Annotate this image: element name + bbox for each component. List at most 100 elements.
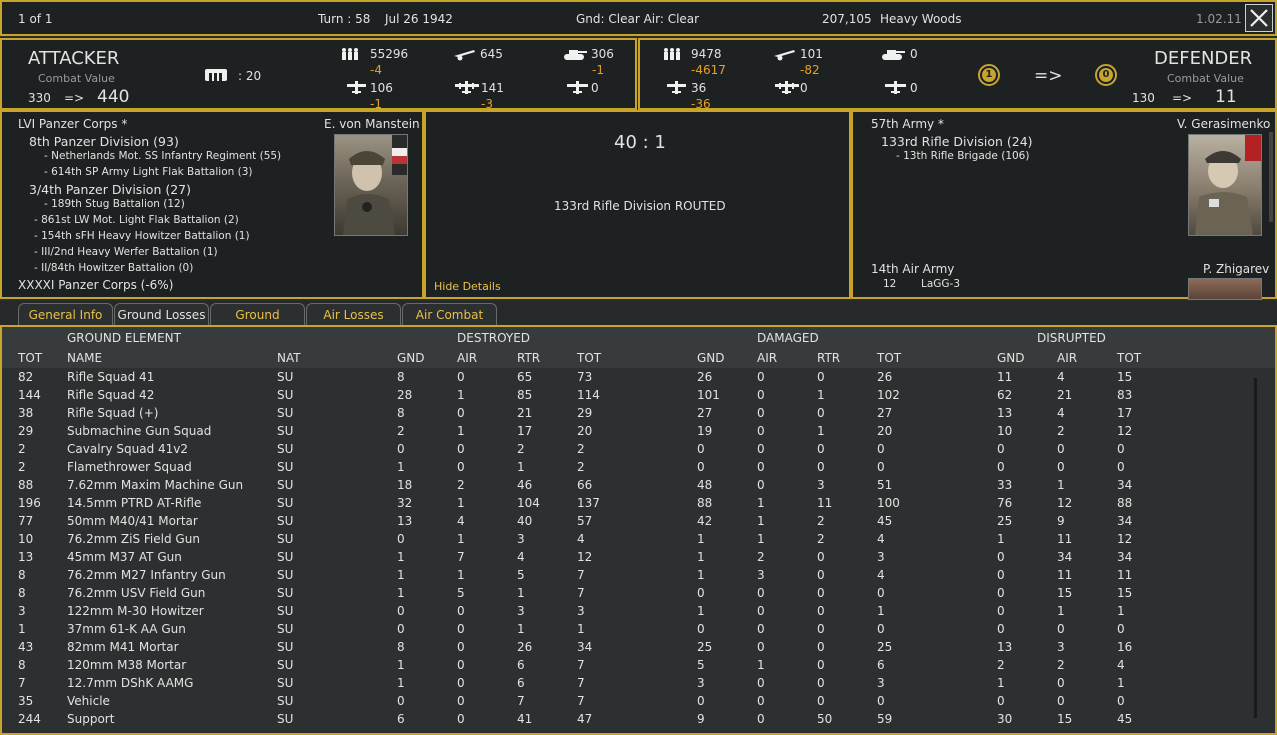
table-cell: 21	[1057, 388, 1073, 402]
table-cell: 0	[997, 694, 1005, 708]
table-cell: 8	[397, 370, 405, 384]
unit-line[interactable]: - II/84th Howitzer Battalion (0)	[34, 262, 193, 274]
column-header[interactable]: GND	[697, 351, 725, 365]
table-row[interactable]: 7 12.7mm DShK AAMG SU 1 0 6 7 3 0 0 3 1 0 1	[0, 674, 1250, 692]
tab-ground-combat[interactable]: Ground Combat	[210, 303, 305, 344]
defender-guns-loss: -82	[800, 63, 820, 77]
table-row[interactable]: 1 37mm 61-K AA Gun SU 0 0 1 1 0 0 0 0 0 0 0	[0, 620, 1250, 638]
table-row[interactable]: 3 122mm M-30 Howitzer SU 0 0 3 3 1 0 0 1 0 1 1	[0, 602, 1250, 620]
column-header[interactable]: TOT	[18, 351, 42, 365]
table-cell: 34	[1057, 550, 1073, 564]
tab-general-info[interactable]: General Info	[18, 303, 113, 325]
element-name-cell: Vehicle	[67, 694, 110, 708]
table-cell: 0	[697, 460, 705, 474]
table-row[interactable]: 38 Rifle Squad (+) SU 8 0 21 29 27 0 0 27 13 4 17	[0, 404, 1250, 422]
unit-line[interactable]: 8th Panzer Division (93)	[29, 134, 179, 149]
fort-level-to-value: 0	[1099, 68, 1113, 82]
unit-line[interactable]: - III/2nd Heavy Werfer Battalion (1)	[34, 246, 218, 258]
column-header[interactable]: RTR	[817, 351, 840, 365]
tab-ground-losses[interactable]: Ground Losses	[114, 303, 209, 325]
attacker-commander-portrait[interactable]	[334, 134, 408, 236]
table-cell: 4	[1117, 658, 1125, 672]
table-row[interactable]: 35 Vehicle SU 0 0 7 7 0 0 0 0 0 0 0	[0, 692, 1250, 710]
unit-line[interactable]: - 861st LW Mot. Light Flak Battalion (2)	[34, 214, 239, 226]
hide-details-link[interactable]: Hide Details	[434, 280, 501, 293]
table-cell: 0	[1117, 442, 1125, 456]
table-cell: 0	[757, 406, 765, 420]
column-header[interactable]: NAT	[277, 351, 301, 365]
column-header[interactable]: GND	[997, 351, 1025, 365]
defender-brigade[interactable]: - 13th Rifle Brigade (106)	[896, 150, 1029, 162]
table-row[interactable]: 77 50mm M40/41 Mortar SU 13 4 40 57 42 1 2 45 25 9 34	[0, 512, 1250, 530]
table-cell: 34	[577, 640, 593, 654]
column-header[interactable]: TOT	[1117, 351, 1141, 365]
table-row[interactable]: 88 7.62mm Maxim Machine Gun SU 18 2 46 66 48 0 3 5…	[0, 476, 1250, 494]
table-cell: 26	[877, 370, 893, 384]
table-row[interactable]: 82 Rifle Squad 41 SU 8 0 65 73 26 0 0 26 11 4 15	[0, 368, 1250, 386]
air-commander-portrait[interactable]	[1188, 278, 1262, 300]
table-cell: 2	[997, 658, 1005, 672]
column-header[interactable]: NAME	[67, 351, 102, 365]
defender-commander-portrait[interactable]	[1188, 134, 1262, 236]
column-header[interactable]: TOT	[577, 351, 601, 365]
table-cell: 0	[757, 442, 765, 456]
table-cell: 11	[997, 370, 1013, 384]
column-header[interactable]: AIR	[457, 351, 477, 365]
close-button[interactable]	[1245, 4, 1273, 32]
table-row[interactable]: 10 76.2mm ZiS Field Gun SU 0 1 3 4 1 1 2 4 1 11 12	[0, 530, 1250, 548]
defender-tanks: 0	[910, 47, 918, 61]
table-row[interactable]: 13 45mm M37 AT Gun SU 1 7 4 12 1 2 0 3 0 34 34	[0, 548, 1250, 566]
unit-line[interactable]: - 614th SP Army Light Flak Battalion (3)	[44, 166, 253, 178]
table-cell: 11	[817, 496, 833, 510]
table-row[interactable]: 8 76.2mm M27 Infantry Gun SU 1 1 5 7 1 3 0 4 0 11 11	[0, 566, 1250, 584]
table-row[interactable]: 244 Support SU 6 0 41 47 9 0 50 59 30 15 45	[0, 710, 1250, 728]
column-header[interactable]: RTR	[517, 351, 540, 365]
panel-scrollbar[interactable]	[1269, 132, 1273, 222]
tab-air-combat[interactable]: Air Combat	[402, 303, 497, 325]
table-cell: 34	[1117, 514, 1133, 528]
table-cell: 88	[1117, 496, 1133, 510]
unit-line[interactable]: - 154th sFH Heavy Howitzer Battalion (1)	[34, 230, 250, 242]
table-row[interactable]: 8 120mm M38 Mortar SU 1 0 6 7 5 1 0 6 2 2 4	[0, 656, 1250, 674]
defender-division[interactable]: 133rd Rifle Division (24)	[881, 134, 1033, 149]
unit-line[interactable]: 3/4th Panzer Division (27)	[29, 182, 191, 197]
support-corps[interactable]: XXXXI Panzer Corps (-6%)	[18, 278, 173, 292]
tab-air-losses[interactable]: Air Losses	[306, 303, 401, 325]
table-row[interactable]: 43 82mm M41 Mortar SU 8 0 26 34 25 0 0 25 13 3 16	[0, 638, 1250, 656]
table-cell: 1	[757, 496, 765, 510]
column-header[interactable]: TOT	[877, 351, 901, 365]
defender-commander[interactable]: V. Gerasimenko	[1177, 117, 1270, 131]
table-cell: SU	[277, 532, 294, 546]
table-cell: 0	[757, 424, 765, 438]
table-cell: 104	[517, 496, 540, 510]
table-cell: 7	[577, 676, 585, 690]
row-spacer	[0, 692, 18, 710]
air-army-label[interactable]: 14th Air Army	[871, 262, 954, 276]
table-cell: 1	[1057, 604, 1065, 618]
defender-army[interactable]: 57th Army *	[871, 117, 944, 131]
row-spacer	[0, 440, 18, 458]
table-cell: 27	[877, 406, 893, 420]
table-row[interactable]: 2 Cavalry Squad 41v2 SU 0 0 2 2 0 0 0 0 0 0 0	[0, 440, 1250, 458]
table-scrollbar[interactable]	[1254, 378, 1257, 718]
fort-level-from-value: 1	[982, 68, 996, 82]
table-row[interactable]: 196 14.5mm PTRD AT-Rifle SU 32 1 104 137 88 1 11 1…	[0, 494, 1250, 512]
column-header[interactable]: AIR	[1057, 351, 1077, 365]
attacker-corps[interactable]: LVI Panzer Corps *	[18, 117, 127, 131]
defender-cv-label: Combat Value	[1167, 72, 1244, 85]
attacker-commander[interactable]: E. von Manstein	[324, 117, 420, 131]
column-header[interactable]: AIR	[757, 351, 777, 365]
air-commander[interactable]: P. Zhigarev	[1203, 262, 1269, 276]
turn-label: Turn : 58	[318, 12, 371, 26]
unit-line[interactable]: - 189th Stug Battalion (12)	[44, 198, 185, 210]
table-row[interactable]: 144 Rifle Squad 42 SU 28 1 85 114 101 0 1 102 62 21 8…	[0, 386, 1250, 404]
table-cell: 0	[817, 622, 825, 636]
table-cell: 13	[397, 514, 413, 528]
column-header[interactable]: GND	[397, 351, 425, 365]
unit-line[interactable]: - Netherlands Mot. SS Infantry Regiment …	[44, 150, 281, 162]
table-row[interactable]: 29 Submachine Gun Squad SU 2 1 17 20 19 0 1 20 10 2 1…	[0, 422, 1250, 440]
table-row[interactable]: 2 Flamethrower Squad SU 1 0 1 2 0 0 0 0 0 0 0	[0, 458, 1250, 476]
table-row[interactable]: 8 76.2mm USV Field Gun SU 1 5 1 7 0 0 0 0 0 15 15	[0, 584, 1250, 602]
table-cell: 6	[517, 676, 525, 690]
defender-air1-loss: -36	[691, 97, 711, 111]
